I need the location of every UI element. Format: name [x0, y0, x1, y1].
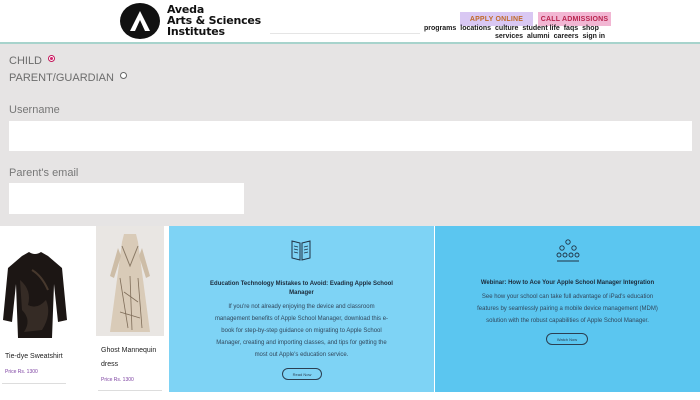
watch-now-button[interactable]: Watch Now: [546, 333, 588, 345]
promo-body: See how your school can take full advant…: [455, 291, 680, 327]
promo-title: Education Technology Mistakes to Avoid: …: [189, 280, 414, 298]
nav-link-services[interactable]: services: [495, 33, 523, 40]
product-card-dress[interactable]: Ghost Mannequin dress Price Rs. 1300: [96, 226, 164, 392]
product-card-sweatshirt[interactable]: Tie-dye Sweatshirt Price Rs. 1300: [0, 232, 70, 384]
promo-body-line: If you're not already enjoying the devic…: [228, 304, 375, 310]
username-input[interactable]: [9, 121, 692, 151]
nav-link-alumni[interactable]: alumni: [527, 33, 550, 40]
site-header: Aveda Arts & Sciences Institutes APPLY O…: [0, 0, 700, 44]
nav-link-sign-in[interactable]: sign in: [583, 33, 606, 40]
brand-line-3: Institutes: [167, 25, 225, 38]
product-price: Price Rs. 1300: [5, 369, 38, 375]
radio-option-child[interactable]: CHILD: [9, 54, 56, 67]
logo-a-icon: [130, 11, 150, 31]
people-group-icon: [556, 239, 580, 262]
main-nav-row-1: programs locations culture student life faqs…: [424, 25, 603, 32]
aveda-logo[interactable]: [120, 3, 160, 39]
username-label: Username: [9, 104, 60, 116]
promo-card-webinar: Webinar: How to Ace Your Apple School Ma…: [435, 226, 700, 392]
promo-body-line: solution with the robust capabilities of…: [486, 318, 649, 324]
parent-email-label: Parent's email: [9, 167, 79, 179]
nav-link-faqs[interactable]: faqs: [564, 25, 578, 32]
product-name-line-2[interactable]: dress: [101, 359, 118, 371]
radio-parent[interactable]: [119, 71, 127, 79]
page: Aveda Arts & Sciences Institutes APPLY O…: [0, 0, 700, 400]
product-price: Price Rs. 1300: [101, 377, 134, 383]
sweatshirt-image: [3, 252, 67, 338]
nav-link-locations[interactable]: locations: [460, 25, 491, 32]
signup-form: CHILD PARENT/GUARDIAN Username Parent's …: [0, 46, 700, 224]
header-divider: [270, 33, 420, 34]
promo-body-line: book for step-by-step guidance on migrat…: [221, 328, 382, 334]
promo-body-line: Manager, creating and importing classes,…: [216, 340, 387, 346]
promo-body-line: See how your school can take full advant…: [481, 294, 654, 300]
nav-link-careers[interactable]: careers: [554, 33, 579, 40]
promo-title-line-1: Education Technology Mistakes to Avoid: …: [210, 281, 393, 287]
promo-card-ebook: Education Technology Mistakes to Avoid: …: [169, 226, 434, 392]
dress-image: [110, 234, 150, 332]
nav-link-culture[interactable]: culture: [495, 25, 518, 32]
radio-option-parent[interactable]: PARENT/GUARDIAN: [9, 71, 127, 84]
radio-child[interactable]: [48, 54, 56, 62]
apply-online-button[interactable]: APPLY ONLINE: [460, 12, 533, 26]
product-divider: [2, 383, 66, 384]
promo-body: If you're not already enjoying the devic…: [189, 301, 414, 361]
main-nav-row-2: services alumni careers sign in: [495, 33, 609, 40]
promo-title-line-2: Manager: [289, 290, 314, 296]
nav-link-student-life[interactable]: student life: [522, 25, 559, 32]
call-admissions-button[interactable]: CALL ADMISSIONS: [538, 12, 611, 26]
brand-name[interactable]: Aveda Arts & Sciences Institutes: [167, 4, 261, 37]
promo-body-line: most out Apple's education service.: [254, 352, 349, 358]
nav-link-shop[interactable]: shop: [582, 25, 599, 32]
book-icon: [291, 240, 311, 261]
promo-title: Webinar: How to Ace Your Apple School Ma…: [480, 280, 655, 286]
product-name-line-1[interactable]: Ghost Mannequin: [101, 345, 156, 357]
nav-link-programs[interactable]: programs: [424, 25, 456, 32]
radio-child-label: CHILD: [9, 55, 43, 67]
radio-parent-label: PARENT/GUARDIAN: [9, 72, 114, 84]
parent-email-input[interactable]: [9, 183, 244, 214]
product-name[interactable]: Tie-dye Sweatshirt: [5, 351, 63, 363]
read-now-button[interactable]: Read Now: [282, 368, 322, 380]
promo-body-line: management benefits of Apple School Mana…: [214, 316, 389, 322]
product-divider: [98, 390, 162, 391]
promo-body-line: features by seamlessly pairing a mobile …: [477, 306, 658, 312]
